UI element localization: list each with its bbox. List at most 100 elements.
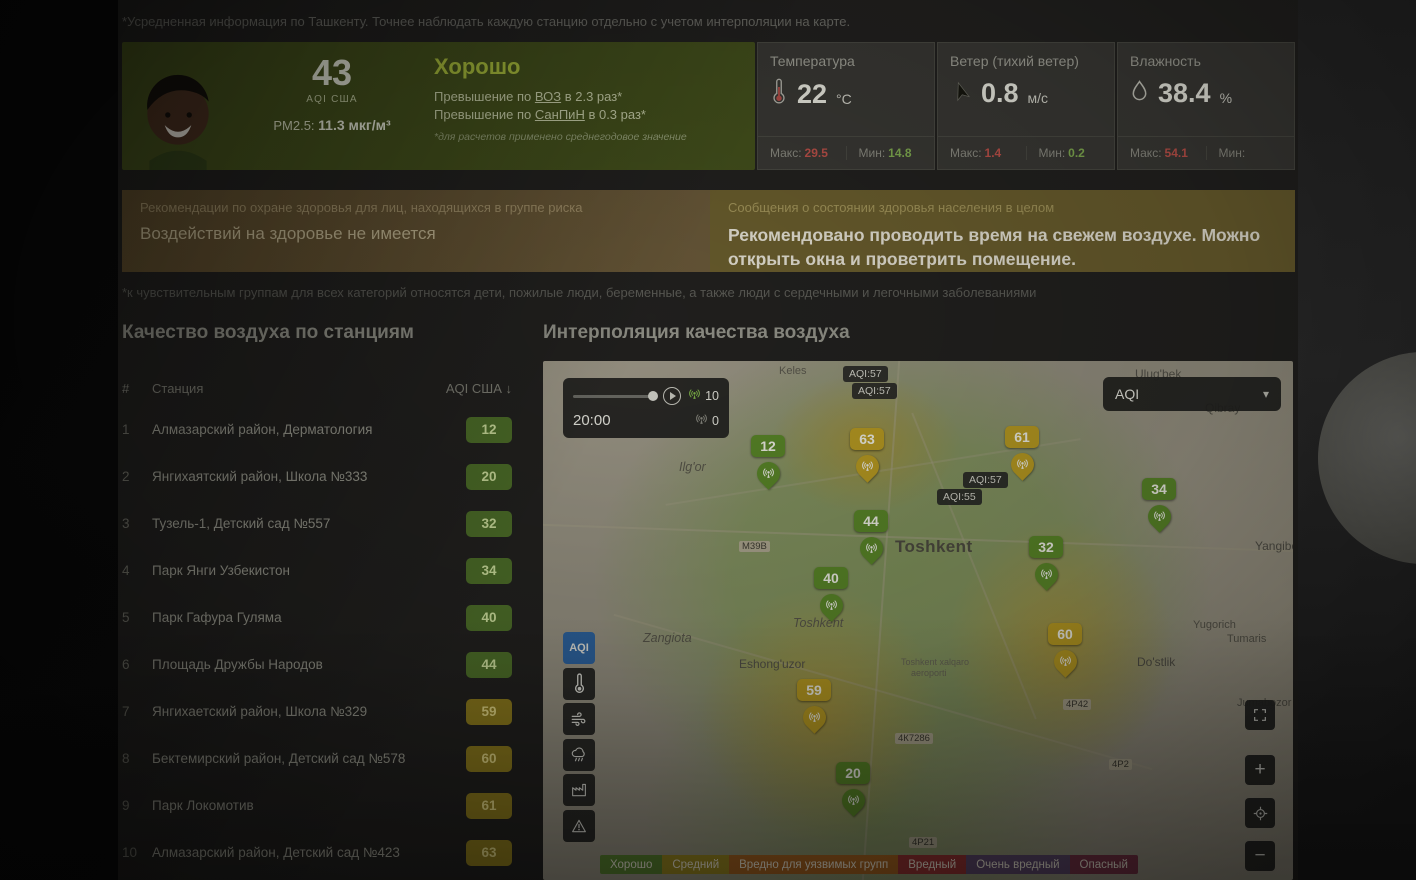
station-pin xyxy=(1030,558,1063,591)
weather-card: Влажность38.4%Макс:54.1Мин: xyxy=(1117,42,1295,170)
marker-aqi-value: 59 xyxy=(797,679,831,701)
map-layer-hazard-button[interactable] xyxy=(563,810,595,842)
station-pin xyxy=(1049,645,1082,678)
station-row[interactable]: 10Алмазарский район, Детский сад №42363 xyxy=(122,829,512,876)
who-exceedance-line: Превышение по ВОЗ в 2.3 раз* xyxy=(434,89,739,104)
who-link[interactable]: ВОЗ xyxy=(535,89,561,104)
map-marker[interactable]: 60 xyxy=(1043,623,1087,673)
aqi-legend: ХорошоСреднийВредно для уязвимых группВр… xyxy=(600,855,1138,874)
antenna-icon xyxy=(1040,568,1053,581)
layer-dropdown-value: AQI xyxy=(1115,386,1139,402)
station-aqi-badge: 63 xyxy=(466,840,512,866)
map-marker[interactable]: 44 xyxy=(849,510,893,560)
map-marker[interactable]: 12 xyxy=(746,435,790,485)
station-row[interactable]: 8Бектемирский район, Детский сад №57860 xyxy=(122,735,512,782)
station-row[interactable]: 2Янгихаятский район, Школа №33320 xyxy=(122,453,512,500)
left-background-band xyxy=(0,0,118,880)
station-aqi-badge: 34 xyxy=(466,558,512,584)
sanpin-link[interactable]: СанПиН xyxy=(535,107,585,122)
interpolation-title: Интерполяция качества воздуха xyxy=(543,322,1293,344)
station-row[interactable]: 1Алмазарский район, Дерматология12 xyxy=(122,406,512,453)
map-marker[interactable]: 20 xyxy=(831,762,875,812)
station-aqi-badge: 20 xyxy=(466,464,512,490)
face-avatar-icon xyxy=(131,66,225,170)
station-aqi-badge: 12 xyxy=(466,417,512,443)
sanpin-line-prefix: Превышение по xyxy=(434,107,535,122)
weather-unit: °C xyxy=(836,91,852,107)
station-pin xyxy=(752,457,785,490)
fullscreen-icon xyxy=(1252,707,1268,723)
weather-value: 22 xyxy=(797,79,827,110)
station-row[interactable]: 3Тузель-1, Детский сад №55732 xyxy=(122,500,512,547)
weather-unit: % xyxy=(1220,90,1232,106)
sort-desc-icon: ↓ xyxy=(506,381,513,396)
offline-stations-count: 0 xyxy=(695,413,719,429)
map-place-label: M39B xyxy=(739,541,770,552)
time-slider[interactable] xyxy=(573,395,656,398)
map-layer-precipitation-button[interactable] xyxy=(563,739,595,771)
station-row[interactable]: 4Парк Янги Узбекистон34 xyxy=(122,547,512,594)
station-aqi-badge: 40 xyxy=(466,605,512,631)
station-name: Алмазарский район, Дерматология xyxy=(152,422,466,437)
station-name: Парк Гафура Гуляма xyxy=(152,610,466,625)
map-place-label: Toshkent xyxy=(793,616,843,630)
zoom-in-button[interactable]: + xyxy=(1245,755,1275,785)
pm25-reading: PM2.5: 11.3 мкг/м³ xyxy=(234,117,430,133)
station-index: 1 xyxy=(122,422,152,437)
map-place-label: Yugorich xyxy=(1193,619,1236,631)
zoom-out-button[interactable]: − xyxy=(1245,841,1275,871)
risk-group-title: Рекомендации по охране здоровья для лиц,… xyxy=(140,200,692,215)
target-icon xyxy=(1252,805,1269,822)
station-aqi-badge: 60 xyxy=(466,746,512,772)
map-marker[interactable]: 63 xyxy=(845,428,889,478)
map-layer-aqi-button[interactable]: AQI xyxy=(563,632,595,664)
marker-aqi-value: 60 xyxy=(1048,623,1082,645)
map-marker[interactable]: 32 xyxy=(1024,536,1068,586)
map-marker[interactable]: 40 xyxy=(809,567,853,617)
map-layer-wind-button[interactable] xyxy=(563,703,595,735)
aqi-tooltip: AQI:55 xyxy=(937,489,982,505)
aqi-value: 43 xyxy=(234,55,430,91)
station-pin xyxy=(1143,500,1176,533)
antenna-icon xyxy=(861,460,874,473)
city-average-note: *Усредненная информация по Ташкенту. Точ… xyxy=(122,14,1282,29)
map-layer-dropdown[interactable]: AQI ▾ xyxy=(1103,377,1281,411)
column-aqi-sort[interactable]: AQI США ↓ xyxy=(430,381,512,396)
map-place-label: Do'stlik xyxy=(1137,655,1175,669)
time-slider-thumb[interactable] xyxy=(648,391,658,401)
map-marker[interactable]: 61 xyxy=(1000,426,1044,476)
aqi-summary-card: 43 AQI США PM2.5: 11.3 мкг/м³ Хорошо Пре… xyxy=(122,42,755,170)
map-layer-temperature-button[interactable] xyxy=(563,668,595,700)
map-place-label: 4P2 xyxy=(1109,759,1132,770)
antenna-online-icon xyxy=(688,388,701,404)
fullscreen-button[interactable] xyxy=(1245,700,1275,730)
station-row[interactable]: 5Парк Гафура Гуляма40 xyxy=(122,594,512,641)
weather-card-title: Влажность xyxy=(1130,53,1282,69)
station-index: 10 xyxy=(122,845,152,860)
station-pin xyxy=(815,589,848,622)
map-marker[interactable]: 34 xyxy=(1137,478,1181,528)
sanpin-line-suffix: в 0.3 раз* xyxy=(585,107,646,122)
station-row[interactable]: 9Парк Локомотив61 xyxy=(122,782,512,829)
station-row[interactable]: 7Янгихаетский район, Школа №32959 xyxy=(122,688,512,735)
locate-button[interactable] xyxy=(1245,798,1275,828)
legend-segment: Средний xyxy=(662,855,729,874)
sensitive-groups-note: *к чувствительным группам для всех катег… xyxy=(122,285,1295,300)
map-layer-emissions-button[interactable] xyxy=(563,774,595,806)
map-marker[interactable]: 59 xyxy=(792,679,836,729)
weather-min: Мин: xyxy=(1206,146,1295,160)
legend-segment: Вредный xyxy=(898,855,966,874)
weather-value: 38.4 xyxy=(1158,78,1211,109)
stations-table-body: 1Алмазарский район, Дерматология122Янгих… xyxy=(122,406,512,876)
marker-aqi-value: 61 xyxy=(1005,426,1039,448)
station-row[interactable]: 6Площадь Дружбы Народов44 xyxy=(122,641,512,688)
interpolation-map[interactable]: KelesUlug'bekQibrayIlg'orM39BToshkentYan… xyxy=(543,361,1293,880)
hazard-icon xyxy=(570,817,588,835)
station-name: Парк Янги Узбекистон xyxy=(152,563,466,578)
play-button[interactable] xyxy=(663,387,681,405)
map-place-label: Eshong'uzor xyxy=(739,657,805,671)
antenna-icon xyxy=(808,711,821,724)
calculation-footnote: *для расчетов применено среднегодовое зн… xyxy=(434,131,739,143)
station-index: 5 xyxy=(122,610,152,625)
who-line-prefix: Превышение по xyxy=(434,89,535,104)
